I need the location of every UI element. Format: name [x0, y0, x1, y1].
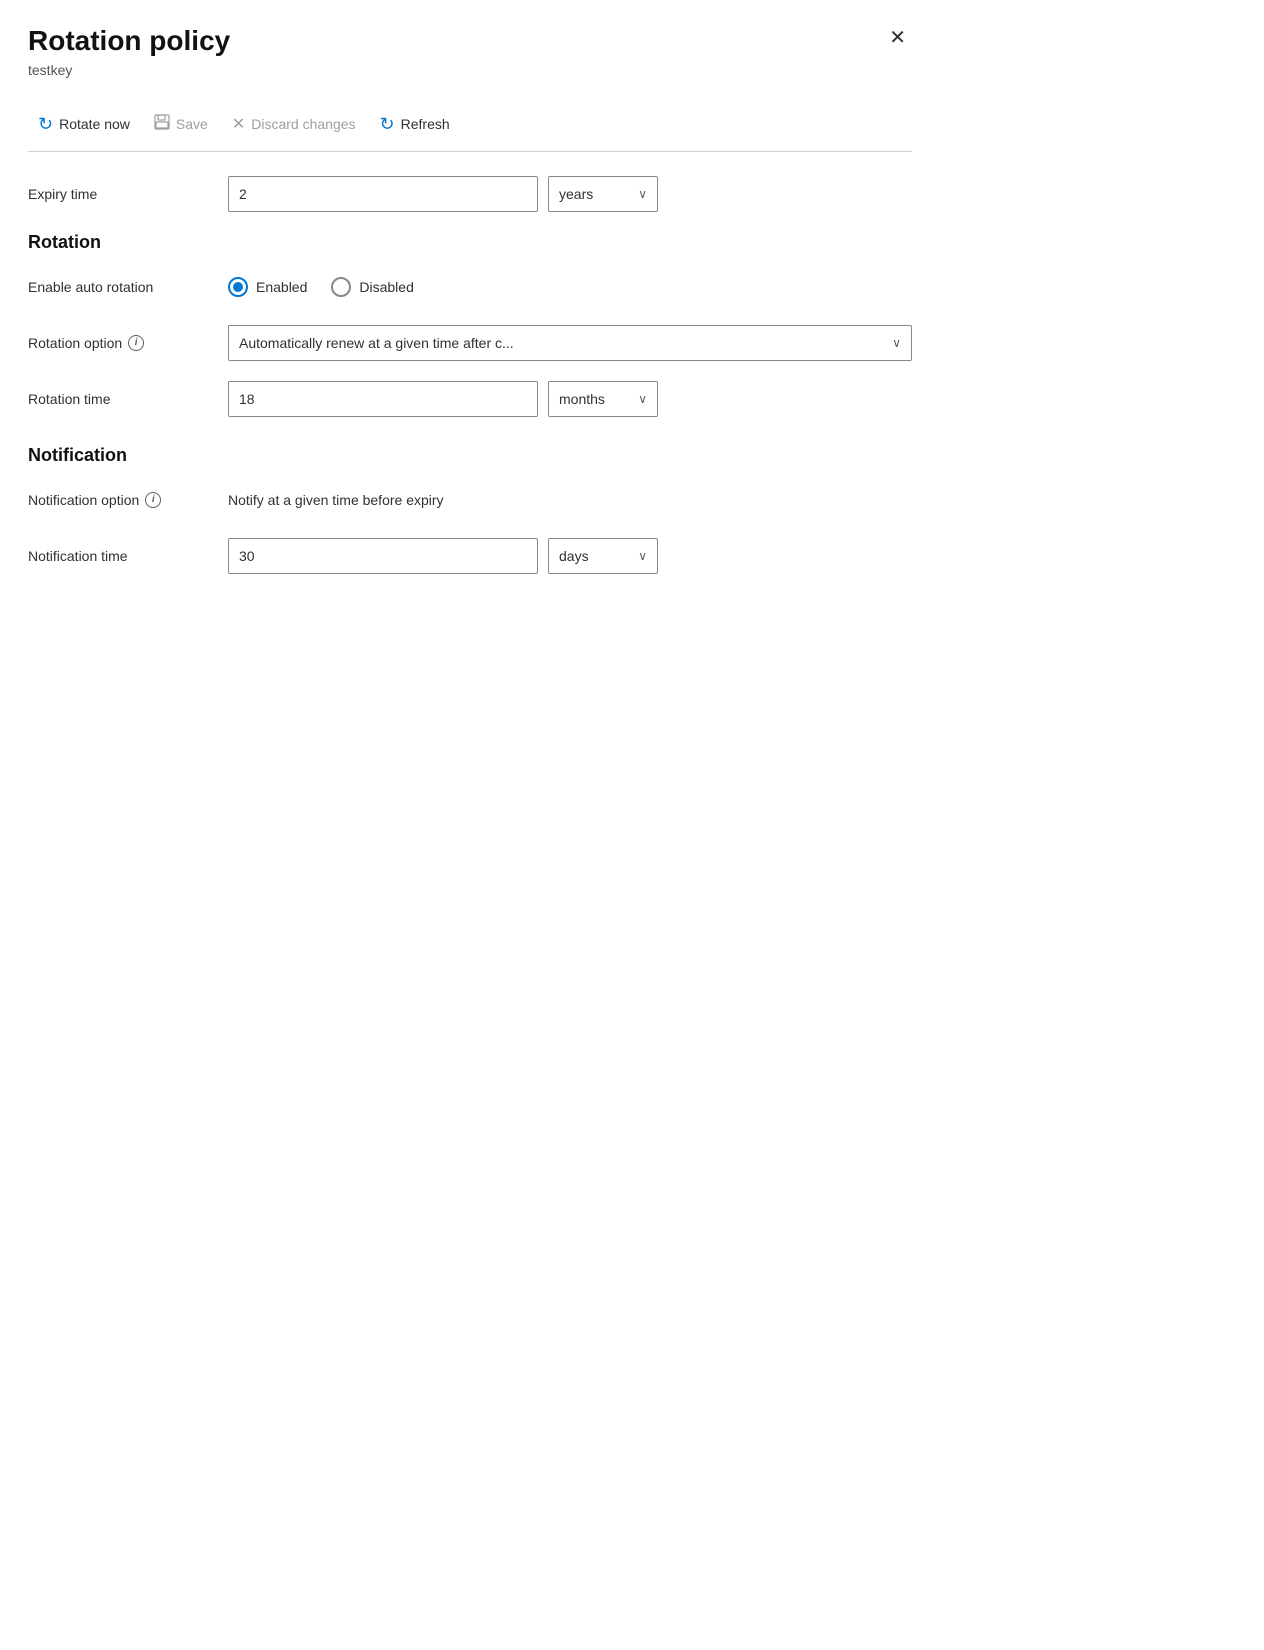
expiry-time-row: Expiry time years ∨	[28, 176, 912, 212]
refresh-label: Refresh	[401, 116, 450, 132]
save-label: Save	[176, 116, 208, 132]
rotation-time-row: Rotation time months ∨	[28, 381, 912, 417]
panel-subtitle: testkey	[28, 62, 230, 78]
chevron-down-icon: ∨	[638, 392, 647, 406]
save-icon	[154, 114, 170, 135]
notification-time-unit-dropdown[interactable]: days ∨	[548, 538, 658, 574]
rotation-time-input[interactable]	[228, 381, 538, 417]
auto-rotation-controls: Enabled Disabled	[228, 277, 912, 297]
expiry-time-input[interactable]	[228, 176, 538, 212]
enabled-radio-option[interactable]: Enabled	[228, 277, 307, 297]
auto-rotation-label: Enable auto rotation	[28, 279, 228, 295]
rotation-option-info-icon[interactable]: i	[128, 335, 144, 351]
rotation-section-title: Rotation	[28, 232, 912, 253]
auto-rotation-row: Enable auto rotation Enabled Disabled	[28, 269, 912, 305]
rotate-now-button[interactable]: ↻ Rotate now	[28, 108, 140, 141]
enabled-radio-circle	[228, 277, 248, 297]
rotation-time-controls: months ∨	[228, 381, 912, 417]
notification-option-controls: Notify at a given time before expiry	[228, 492, 912, 508]
rotation-time-unit-value: months	[559, 391, 605, 407]
refresh-button[interactable]: ↻ Refresh	[370, 108, 460, 141]
notification-option-label: Notification option i	[28, 492, 228, 508]
expiry-unit-value: years	[559, 186, 593, 202]
notification-time-input[interactable]	[228, 538, 538, 574]
rotation-time-label: Rotation time	[28, 391, 228, 407]
chevron-down-icon: ∨	[638, 549, 647, 563]
auto-rotation-radio-group: Enabled Disabled	[228, 277, 414, 297]
rotation-option-controls: Automatically renew at a given time afte…	[228, 325, 912, 361]
panel-header: Rotation policy testkey ✕	[28, 24, 912, 94]
notification-option-row: Notification option i Notify at a given …	[28, 482, 912, 518]
notification-section-title: Notification	[28, 445, 912, 466]
save-button[interactable]: Save	[144, 108, 218, 141]
notification-time-row: Notification time days ∨	[28, 538, 912, 574]
rotation-option-label: Rotation option i	[28, 335, 228, 351]
rotation-option-dropdown[interactable]: Automatically renew at a given time afte…	[228, 325, 912, 361]
notification-time-controls: days ∨	[228, 538, 912, 574]
notification-section: Notification Notification option i Notif…	[28, 445, 912, 574]
title-group: Rotation policy testkey	[28, 24, 230, 94]
disabled-radio-option[interactable]: Disabled	[331, 277, 413, 297]
enabled-label: Enabled	[256, 279, 307, 295]
expiry-unit-dropdown[interactable]: years ∨	[548, 176, 658, 212]
toolbar: ↻ Rotate now Save ✕ Discard changes ↻ Re…	[28, 98, 912, 152]
chevron-down-icon: ∨	[638, 187, 647, 201]
disabled-label: Disabled	[359, 279, 413, 295]
close-button[interactable]: ✕	[883, 24, 912, 52]
rotate-icon: ↻	[38, 114, 53, 135]
disabled-radio-circle	[331, 277, 351, 297]
rotation-section: Rotation Enable auto rotation Enabled Di…	[28, 232, 912, 417]
chevron-down-icon: ∨	[892, 336, 901, 350]
rotation-time-unit-dropdown[interactable]: months ∨	[548, 381, 658, 417]
expiry-time-label: Expiry time	[28, 186, 228, 202]
discard-changes-button[interactable]: ✕ Discard changes	[222, 108, 366, 140]
panel-title: Rotation policy	[28, 24, 230, 58]
notification-time-unit-value: days	[559, 548, 589, 564]
notification-option-info-icon[interactable]: i	[145, 492, 161, 508]
discard-label: Discard changes	[251, 116, 355, 132]
notification-time-label: Notification time	[28, 548, 228, 564]
refresh-icon: ↻	[380, 114, 395, 135]
discard-icon: ✕	[232, 114, 245, 134]
expiry-controls: years ∨	[228, 176, 912, 212]
rotation-policy-panel: Rotation policy testkey ✕ ↻ Rotate now S…	[0, 0, 940, 574]
rotation-option-row: Rotation option i Automatically renew at…	[28, 325, 912, 361]
rotation-option-value: Automatically renew at a given time afte…	[239, 335, 514, 351]
rotate-now-label: Rotate now	[59, 116, 130, 132]
notification-option-value: Notify at a given time before expiry	[228, 492, 444, 508]
